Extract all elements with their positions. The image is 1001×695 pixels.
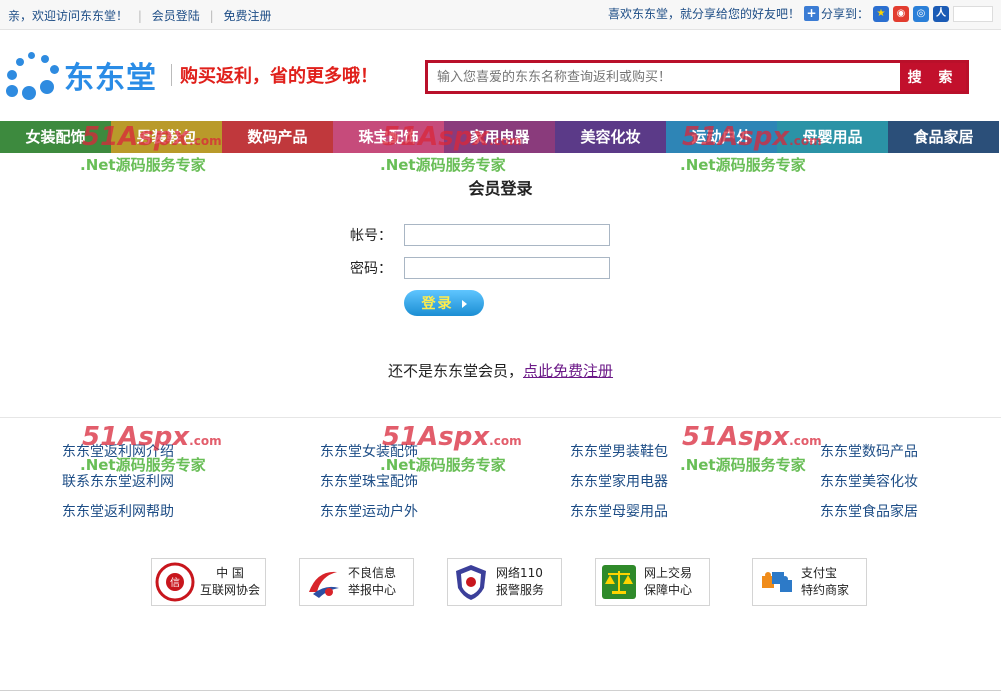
footer-link[interactable]: 东东堂运动户外 bbox=[320, 502, 570, 522]
badge-line1: 不良信息 bbox=[348, 566, 397, 580]
greeting-text: 亲，欢迎访问东东堂！ bbox=[8, 9, 129, 23]
register-prompt: 还不是东东堂会员，点此免费注册 bbox=[0, 360, 1001, 381]
watermark-subtitle: .Net源码服务专家 bbox=[680, 156, 806, 174]
badge-line2: 举报中心 bbox=[348, 583, 397, 597]
renren-icon[interactable]: 人 bbox=[933, 5, 949, 22]
nav-item-women[interactable]: 女装配饰 bbox=[0, 121, 111, 153]
top-divider: | bbox=[137, 9, 142, 23]
badge-trade-protection[interactable]: 网上交易 保障中心 bbox=[595, 558, 710, 606]
police-shield-icon bbox=[451, 562, 491, 602]
weibo-icon[interactable]: ◉ bbox=[893, 5, 909, 22]
badge-line2: 特约商家 bbox=[801, 583, 850, 597]
logo-dots-icon bbox=[4, 48, 62, 102]
nav-item-digital[interactable]: 数码产品 bbox=[222, 121, 333, 153]
footer-link[interactable]: 东东堂返利网帮助 bbox=[62, 502, 320, 522]
watermark-subtitle: .Net源码服务专家 bbox=[380, 156, 506, 174]
top-bar: 亲，欢迎访问东东堂！ | 会员登陆 | 免费注册 喜欢东东堂，就分享给您的好友吧… bbox=[0, 0, 1001, 30]
logo-text: 东东堂 bbox=[64, 61, 157, 96]
plus-icon: + bbox=[803, 6, 819, 21]
footer-link[interactable]: 东东堂食品家居 bbox=[820, 502, 960, 522]
badge-line2: 保障中心 bbox=[644, 583, 693, 597]
register-link[interactable]: 点此免费注册 bbox=[523, 362, 613, 380]
nav-item-appliances[interactable]: 家用电器 bbox=[444, 121, 555, 153]
site-slogan: 购买返利，省的更多哦！ bbox=[180, 66, 378, 87]
search-input[interactable] bbox=[428, 63, 900, 91]
account-input[interactable] bbox=[404, 224, 610, 246]
trust-seal-icon: 信 bbox=[155, 562, 195, 602]
password-input[interactable] bbox=[404, 257, 610, 279]
nav-item-food-home[interactable]: 食品家居 bbox=[888, 121, 999, 153]
search-button[interactable]: 搜 索 bbox=[900, 63, 966, 91]
footer-link[interactable]: 东东堂家用电器 bbox=[570, 472, 820, 492]
free-register-link[interactable]: 免费注册 bbox=[223, 7, 271, 24]
badge-line1: 中 国 bbox=[216, 566, 244, 580]
footer-link[interactable]: 东东堂母婴用品 bbox=[570, 502, 820, 522]
account-label: 帐号： bbox=[350, 228, 392, 244]
password-label: 密码： bbox=[350, 261, 392, 277]
badge-alipay-merchant[interactable]: 支付宝 特约商家 bbox=[752, 558, 867, 606]
footer-link[interactable]: 东东堂数码产品 bbox=[820, 442, 960, 462]
top-bar-left: 亲，欢迎访问东东堂！ | 会员登陆 | 免费注册 bbox=[8, 7, 271, 24]
badge-report-center[interactable]: 不良信息 举报中心 bbox=[299, 558, 414, 606]
login-button[interactable]: 登录 bbox=[404, 290, 484, 316]
logo-divider bbox=[171, 64, 172, 86]
footer-link[interactable]: 东东堂珠宝配饰 bbox=[320, 472, 570, 492]
qzone-icon[interactable]: ◎ bbox=[913, 5, 929, 22]
badge-internet-society[interactable]: 信 中 国互联网协会 bbox=[151, 558, 266, 606]
scale-balance-icon bbox=[599, 562, 639, 602]
section-divider bbox=[0, 417, 1001, 418]
alipay-puzzle-icon bbox=[756, 562, 796, 602]
search-box: 搜 索 bbox=[425, 60, 969, 94]
member-login-link[interactable]: 会员登陆 bbox=[152, 7, 200, 24]
share-button[interactable]: + 分享到： bbox=[803, 5, 869, 22]
nav-item-jewelry[interactable]: 珠宝配饰 bbox=[333, 121, 444, 153]
footer-link[interactable]: 东东堂男装鞋包 bbox=[570, 442, 820, 462]
nav-item-men[interactable]: 男装鞋包 bbox=[111, 121, 222, 153]
footer-links: 东东堂返利网介绍 东东堂女装配饰 东东堂男装鞋包 东东堂数码产品 联系东东堂返利… bbox=[62, 442, 962, 522]
category-nav: 女装配饰 男装鞋包 数码产品 珠宝配饰 家用电器 美容化妆 运动户外 母婴用品 … bbox=[0, 121, 1001, 153]
page-bottom-border bbox=[0, 690, 1001, 691]
badge-police-110[interactable]: 网络110 报警服务 bbox=[447, 558, 562, 606]
nav-item-sports[interactable]: 运动户外 bbox=[666, 121, 777, 153]
not-member-text: 还不是东东堂会员， bbox=[387, 362, 523, 380]
arrow-right-icon bbox=[461, 300, 467, 308]
nav-item-beauty[interactable]: 美容化妆 bbox=[555, 121, 666, 153]
top-divider: | bbox=[209, 9, 214, 23]
favorite-star-icon[interactable]: ★ bbox=[873, 5, 889, 22]
badge-line2: 互联网协会 bbox=[200, 583, 261, 597]
footer-link[interactable]: 东东堂返利网介绍 bbox=[62, 442, 320, 462]
site-logo[interactable]: 东东堂 购买返利，省的更多哦！ bbox=[4, 48, 378, 102]
share-extra-box[interactable] bbox=[953, 5, 993, 22]
footer-link[interactable]: 东东堂美容化妆 bbox=[820, 472, 960, 492]
svg-text:信: 信 bbox=[170, 577, 180, 589]
footer-link[interactable]: 联系东东堂返利网 bbox=[62, 472, 320, 492]
login-button-label: 登录 bbox=[421, 296, 454, 312]
share-bar: 喜欢东东堂，就分享给您的好友吧！ + 分享到： ★ ◉ ◎ 人 bbox=[608, 5, 993, 22]
password-row: 密码： bbox=[350, 257, 610, 279]
nav-item-baby[interactable]: 母婴用品 bbox=[777, 121, 888, 153]
watermark-subtitle: .Net源码服务专家 bbox=[80, 156, 206, 174]
share-label: 分享到： bbox=[820, 7, 869, 21]
badge-line1: 网上交易 bbox=[644, 566, 693, 580]
badge-line1: 支付宝 bbox=[801, 566, 838, 580]
badge-line2: 报警服务 bbox=[496, 583, 545, 597]
share-prompt: 喜欢东东堂，就分享给您的好友吧！ bbox=[607, 7, 800, 21]
login-title: 会员登录 bbox=[468, 179, 533, 198]
badge-line1: 网络110 bbox=[496, 566, 543, 580]
footer-link[interactable]: 东东堂女装配饰 bbox=[320, 442, 570, 462]
report-center-icon bbox=[303, 562, 343, 602]
account-row: 帐号： bbox=[350, 224, 610, 246]
